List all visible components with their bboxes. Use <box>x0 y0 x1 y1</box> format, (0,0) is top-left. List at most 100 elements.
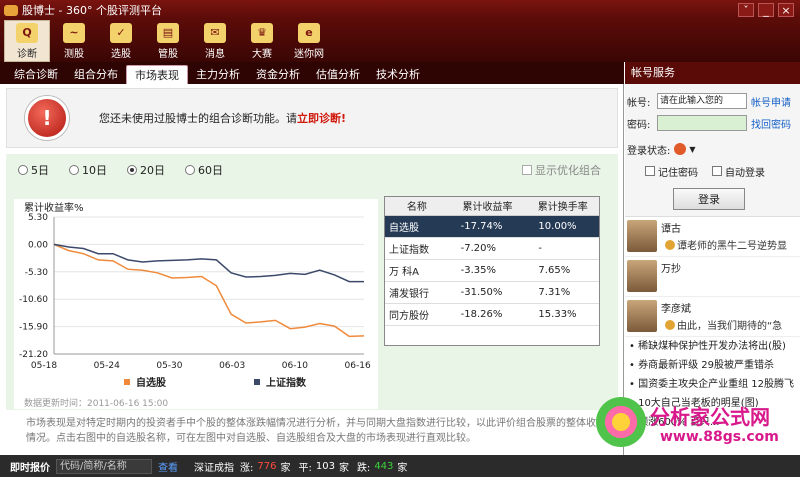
table-row[interactable]: 同方股份 -18.26% 15.33% <box>385 303 599 326</box>
radio-icon[interactable] <box>127 165 137 175</box>
table-cell: -3.35% <box>448 259 527 282</box>
quote-search-input[interactable]: 代码/简称/名称 <box>56 458 152 474</box>
diagnosis-alert: ! 您还未使用过股博士的组合诊断功能。请立即诊断! <box>6 88 618 148</box>
watermark-brand: 分析家公式网 <box>650 405 770 429</box>
checklist-icon[interactable]: ✓ <box>110 22 132 43</box>
chart-background <box>14 199 378 409</box>
browser-icon[interactable]: e <box>298 22 320 43</box>
optimize-checkbox[interactable]: 显示优化组合 <box>522 162 601 178</box>
toolbar-button-3[interactable]: ▤ 管股 <box>145 20 191 62</box>
login-button[interactable]: 登录 <box>673 188 745 210</box>
unit-up: 家 <box>280 462 291 474</box>
chevron-down-icon[interactable]: ▼ <box>689 145 695 154</box>
table-cell: 自选股 <box>385 215 449 238</box>
toolbar-button-6[interactable]: e 迷你网 <box>286 20 332 62</box>
post-icon <box>665 319 675 330</box>
table-cell: 上证指数 <box>385 237 449 260</box>
account-label: 帐号: <box>627 97 651 109</box>
expert-item[interactable]: 李彦斌 由此，当我们期待的“急 <box>625 297 800 337</box>
toolbar-button-5[interactable]: ♛ 大赛 <box>239 20 285 62</box>
tab-1[interactable]: 组合分布 <box>66 65 126 84</box>
status-dropdown-icon[interactable] <box>674 143 687 155</box>
expert-item[interactable]: 万抄 <box>625 257 800 297</box>
checkbox-icon[interactable] <box>522 165 532 175</box>
unit-flat: 家 <box>338 462 349 474</box>
radio-icon[interactable] <box>18 165 28 175</box>
x-tick-label: 06-03 <box>219 361 245 371</box>
toolbar-button-1[interactable]: ~ 测股 <box>51 20 97 62</box>
table-row[interactable]: 自选股 -17.74% 10.00% <box>385 215 599 238</box>
tab-3[interactable]: 主力分析 <box>188 65 248 84</box>
quote-label: 即时报价 <box>10 462 50 474</box>
apply-account-link[interactable]: 帐号申请 <box>751 94 791 109</box>
period-label: 10日 <box>82 164 107 177</box>
table-cell: 7.65% <box>526 259 599 282</box>
period-radio-1[interactable]: 10日 <box>69 162 107 178</box>
toolbar-label: 大赛 <box>252 48 272 60</box>
app-logo-icon <box>4 4 18 16</box>
contest-icon[interactable]: ♛ <box>251 22 273 43</box>
main-panel: ! 您还未使用过股博士的组合诊断功能。请立即诊断! 5日 10日 20日 60日 显示… <box>0 84 624 455</box>
warning-icon: ! <box>25 96 69 140</box>
up-count: 776 <box>257 460 277 472</box>
flat-label: 平: <box>298 462 312 474</box>
news-item[interactable]: 稀缺煤种保护性开发办法将出(股) <box>625 337 800 356</box>
password-input[interactable] <box>657 115 747 131</box>
table-cell: -18.26% <box>448 303 527 326</box>
period-radio-3[interactable]: 60日 <box>185 162 223 178</box>
expert-item[interactable]: 谭古 谭老师的黑牛二号逆势显 <box>625 217 800 257</box>
post-icon <box>665 239 675 250</box>
period-radio-0[interactable]: 5日 <box>18 162 49 178</box>
tab-2[interactable]: 市场表现 <box>126 65 188 84</box>
view-quote-button[interactable]: 查看 <box>158 459 178 474</box>
close-button[interactable]: × <box>778 3 794 17</box>
remember-password-checkbox[interactable]: 记住密码 <box>645 164 698 179</box>
index-name: 深证成指 <box>194 462 234 474</box>
tab-5[interactable]: 估值分析 <box>308 65 368 84</box>
toolbar-button-4[interactable]: ✉ 消息 <box>192 20 238 62</box>
magnifier-icon[interactable]: Q <box>16 22 38 43</box>
account-input[interactable]: 请在此输入您的 <box>657 93 747 109</box>
table-row[interactable]: 浦发银行 -31.50% 7.31% <box>385 281 599 304</box>
message-icon[interactable]: ✉ <box>204 22 226 43</box>
menu-button[interactable]: ˇ <box>738 3 754 17</box>
password-label: 密码: <box>627 119 651 131</box>
radio-icon[interactable] <box>69 165 79 175</box>
news-item[interactable]: 券商最新评级 29股被严重错杀 <box>625 356 800 375</box>
diagnose-now-link[interactable]: 立即诊断 <box>297 112 341 125</box>
y-tick-label: -15.90 <box>19 323 48 333</box>
x-tick-label: 05-24 <box>94 361 120 371</box>
tab-4[interactable]: 资金分析 <box>248 65 308 84</box>
toolbar-label: 选股 <box>111 48 131 60</box>
auto-login-checkbox[interactable]: 自动登录 <box>712 164 765 179</box>
tab-6[interactable]: 技术分析 <box>368 65 428 84</box>
minimize-button[interactable]: _ <box>758 3 774 17</box>
table-cell: 万 科A <box>385 259 449 282</box>
y-tick-label: 0.00 <box>28 240 48 250</box>
table-header: 累计收益率 <box>448 197 527 216</box>
toolbar-button-0[interactable]: Q 诊断 <box>4 20 50 62</box>
expert-post[interactable]: 由此，当我们期待的“急 <box>665 317 782 332</box>
table-cell: 浦发银行 <box>385 281 449 304</box>
toolbar-button-2[interactable]: ✓ 选股 <box>98 20 144 62</box>
expert-post[interactable]: 谭老师的黑牛二号逆势显 <box>665 237 787 252</box>
quote-bar: 即时报价 代码/简称/名称 查看 深证成指 涨: 776 家 平: 103 家 … <box>0 455 800 477</box>
y-tick-label: -10.60 <box>19 295 48 305</box>
tab-0[interactable]: 综合诊断 <box>6 65 66 84</box>
checkbox-icon[interactable] <box>645 166 655 176</box>
line-chart-icon[interactable]: ~ <box>63 22 85 43</box>
radio-icon[interactable] <box>185 165 195 175</box>
period-label: 20日 <box>140 164 165 177</box>
account-header: 帐号服务 <box>625 62 800 84</box>
table-row[interactable]: 万 科A -3.35% 7.65% <box>385 259 599 282</box>
legend-swatch <box>124 379 130 385</box>
optimize-label: 显示优化组合 <box>535 164 601 177</box>
window-title: 股博士 - 360° 个股评测平台 <box>22 4 162 17</box>
news-item[interactable]: 国资委主攻央企产业重组 12股腾飞 <box>625 375 800 394</box>
checkbox-icon[interactable] <box>712 166 722 176</box>
return-line-chart: 累计收益率%5.300.00-5.30-10.60-15.90-21.2005-… <box>14 199 378 409</box>
table-row[interactable]: 上证指数 -7.20% - <box>385 237 599 260</box>
recover-password-link[interactable]: 找回密码 <box>751 116 791 131</box>
portfolio-icon[interactable]: ▤ <box>157 22 179 43</box>
period-radio-2[interactable]: 20日 <box>127 162 165 178</box>
